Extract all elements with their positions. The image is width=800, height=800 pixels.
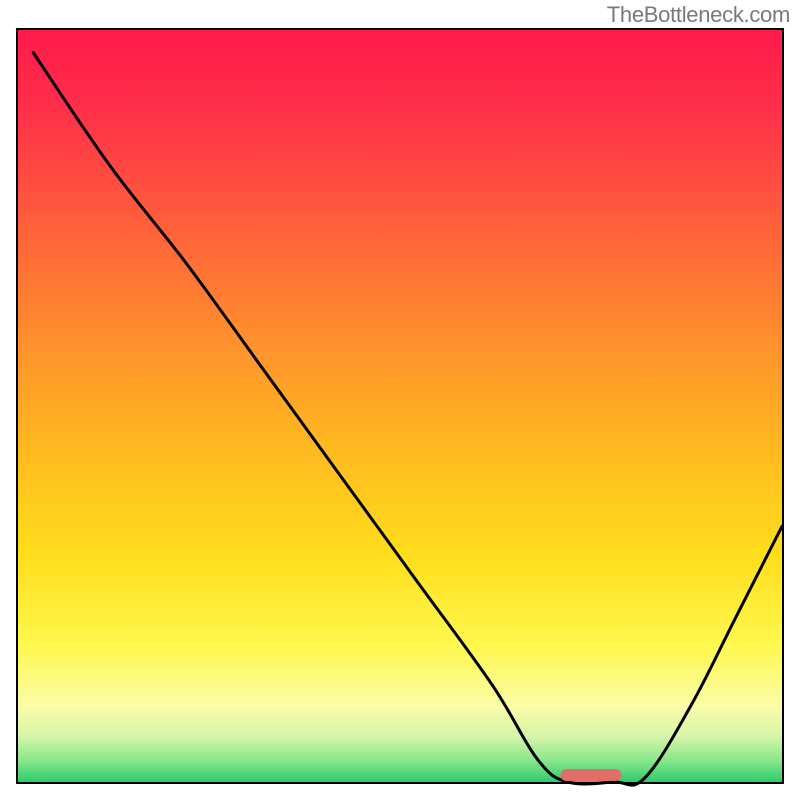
optimal-range-marker [560, 769, 621, 781]
watermark-text: TheBottleneck.com [607, 2, 790, 28]
chart-background [18, 30, 782, 782]
bottleneck-chart [0, 0, 800, 800]
chart-svg [0, 0, 800, 800]
